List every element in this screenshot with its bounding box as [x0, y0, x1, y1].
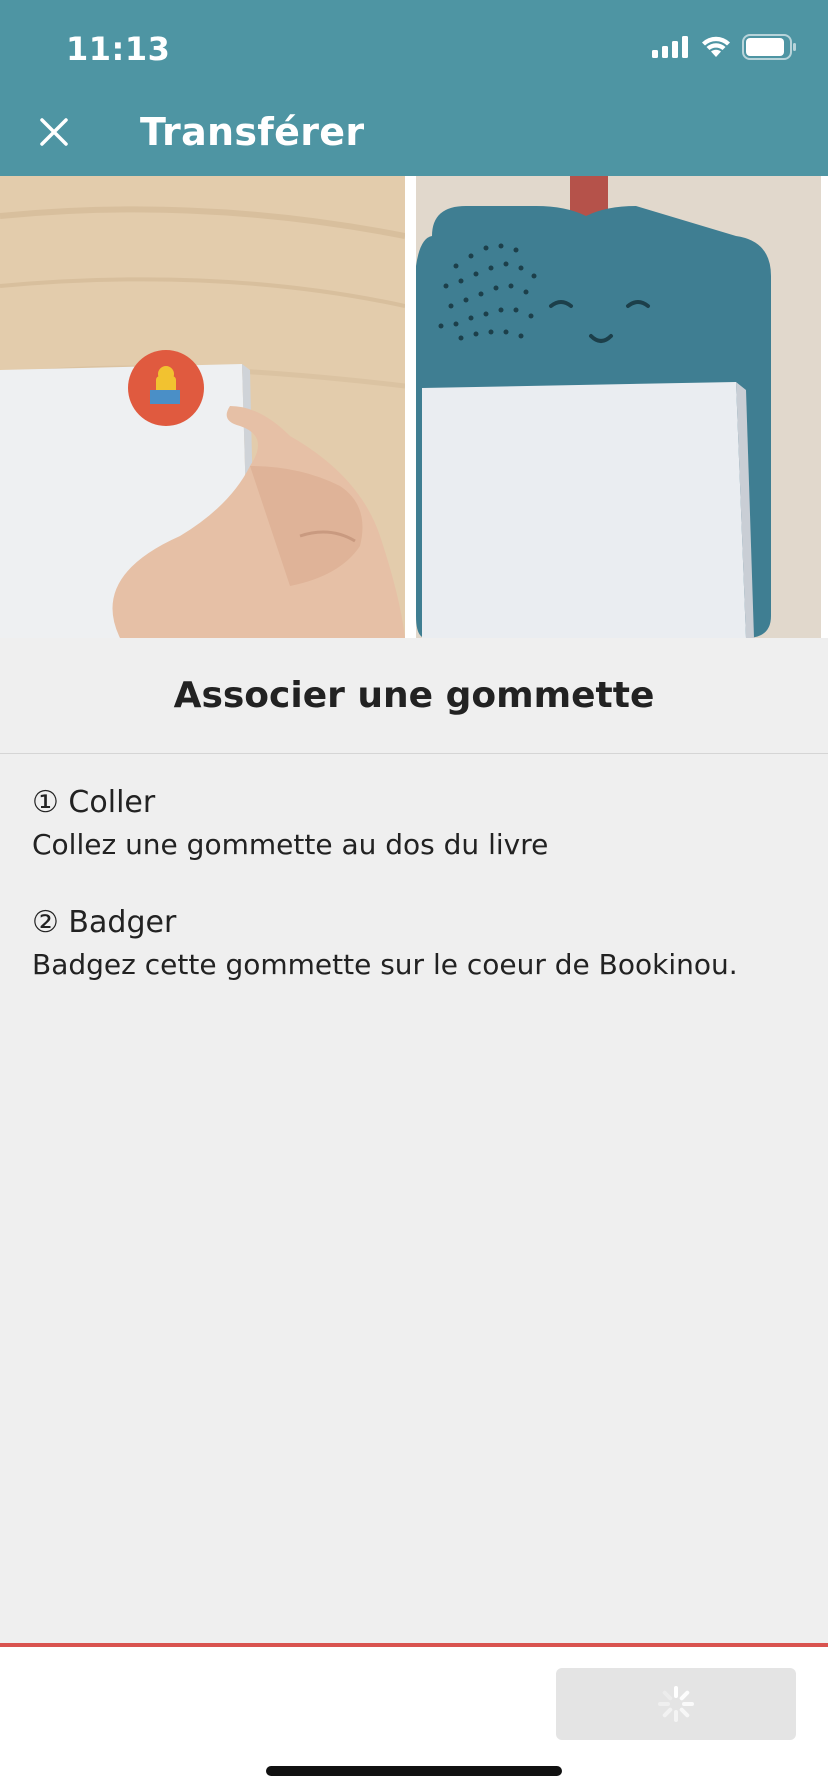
home-indicator[interactable]: [266, 1766, 562, 1776]
status-time: 11:13: [66, 30, 171, 68]
instruction-heading: ① Coller: [32, 785, 156, 820]
close-button[interactable]: [36, 114, 72, 150]
status-icons: [652, 34, 798, 64]
instruction-item: ② Badger Badgez cette gommette sur le co…: [32, 902, 812, 986]
instruction-text: Collez une gommette au dos du livre: [32, 828, 549, 861]
loading-spinner-icon: [658, 1686, 694, 1722]
battery-icon: [742, 34, 798, 64]
bookinou-photo: [416, 176, 821, 638]
footer: [0, 1647, 828, 1792]
page-title: Transférer: [140, 110, 365, 154]
instruction-heading: ② Badger: [32, 905, 177, 940]
step-title: Associer une gommette: [0, 638, 828, 754]
instruction-text: Badgez cette gommette sur le coeur de Bo…: [32, 948, 738, 981]
app-screen: 11:13 Transférer Associer une gommette ①…: [0, 0, 828, 1792]
instructions: ① Coller Collez une gommette au dos du l…: [32, 782, 812, 1022]
sticker-photo: [0, 176, 405, 638]
wifi-icon: [700, 35, 732, 63]
cellular-signal-icon: [652, 36, 690, 62]
nav-bar: Transférer: [0, 98, 828, 176]
status-bar: 11:13: [0, 0, 828, 98]
instruction-images: [0, 176, 828, 638]
header: 11:13 Transférer: [0, 0, 828, 176]
instruction-item: ① Coller Collez une gommette au dos du l…: [32, 782, 812, 866]
next-button[interactable]: [556, 1668, 796, 1740]
close-icon: [40, 118, 68, 146]
